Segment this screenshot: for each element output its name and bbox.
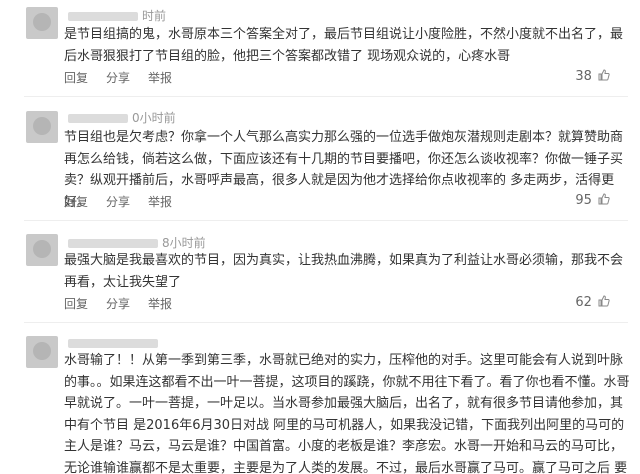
comment-meta: 8小时前 [68, 234, 206, 250]
like-button[interactable]: 95 [575, 193, 610, 208]
share-button[interactable]: 分享 [106, 297, 130, 311]
report-button[interactable]: 举报 [148, 297, 172, 311]
comment-meta: 0小时前 [68, 109, 176, 125]
share-button[interactable]: 分享 [106, 71, 130, 85]
reply-button[interactable]: 回复 [64, 195, 88, 209]
username-blurred[interactable] [68, 114, 128, 123]
comment-meta: 时前 [68, 7, 166, 23]
avatar[interactable] [26, 7, 58, 39]
avatar[interactable] [26, 234, 58, 266]
divider [24, 220, 628, 221]
like-count: 38 [575, 69, 592, 84]
divider [24, 322, 628, 323]
comment-actions: 回复 分享 举报 [64, 295, 190, 312]
comment-time: 时前 [142, 9, 167, 23]
like-button[interactable]: 62 [575, 295, 610, 310]
like-count: 62 [575, 295, 592, 310]
reply-button[interactable]: 回复 [64, 297, 88, 311]
thumbs-up-icon [598, 193, 610, 205]
like-button[interactable]: 38 [575, 69, 610, 84]
like-count: 95 [575, 193, 592, 208]
avatar[interactable] [26, 336, 58, 368]
comment-actions: 回复 分享 举报 [64, 193, 190, 210]
username-blurred[interactable] [68, 12, 138, 21]
report-button[interactable]: 举报 [148, 71, 172, 85]
comment-time: 0小时前 [132, 111, 176, 125]
report-button[interactable]: 举报 [148, 195, 172, 209]
comment-time: 8小时前 [162, 236, 206, 250]
comment-actions: 回复 分享 举报 [64, 69, 190, 86]
username-blurred[interactable] [68, 339, 158, 348]
thumbs-up-icon [598, 295, 610, 307]
comment-text: 是节目组搞的鬼，水哥原本三个答案全对了，最后节目组说让小度险胜，不然小度就不出名… [64, 27, 624, 64]
comment-text: 最强大脑是我最喜欢的节目，因为真实，让我热血沸腾，如果真为了利益让水哥必须输，那… [64, 253, 624, 290]
username-blurred[interactable] [68, 239, 158, 248]
comment-text: 水哥输了！！从第一季到第三季，水哥就已绝对的实力，压榨他的对手。这里可能会有人说… [64, 353, 630, 474]
share-button[interactable]: 分享 [106, 195, 130, 209]
avatar[interactable] [26, 111, 58, 143]
thumbs-up-icon [598, 69, 610, 81]
divider [24, 96, 628, 97]
reply-button[interactable]: 回复 [64, 71, 88, 85]
